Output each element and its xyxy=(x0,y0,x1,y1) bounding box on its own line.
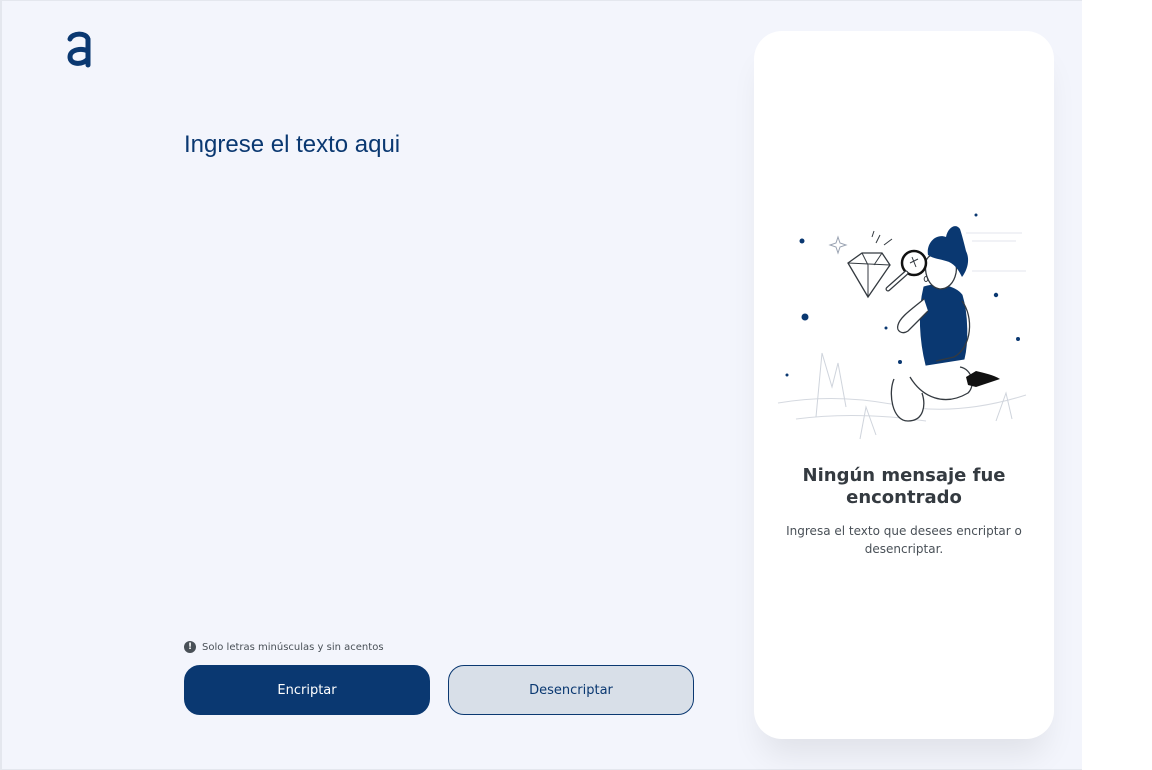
encrypt-button[interactable]: Encriptar xyxy=(184,665,430,715)
empty-state-description: Ingresa el texto que desees encriptar o … xyxy=(786,524,1022,556)
hint-text: Solo letras minúsculas y sin acentos xyxy=(202,641,384,653)
text-input[interactable] xyxy=(184,129,704,609)
exclamation-circle-icon: ! xyxy=(184,641,196,653)
decrypt-button[interactable]: Desencriptar xyxy=(448,665,694,715)
alura-logo-icon[interactable] xyxy=(64,29,94,69)
empty-state-title: Ningún mensaje fue encontrado xyxy=(802,465,1006,508)
app-window: ! Solo letras minúsculas y sin acentos E… xyxy=(0,0,1082,770)
input-hint: ! Solo letras minúsculas y sin acentos xyxy=(184,639,384,655)
person-with-magnifying-glass-illustration xyxy=(777,213,1027,440)
output-panel: Ningún mensaje fue encontrado Ingresa el… xyxy=(754,31,1054,739)
